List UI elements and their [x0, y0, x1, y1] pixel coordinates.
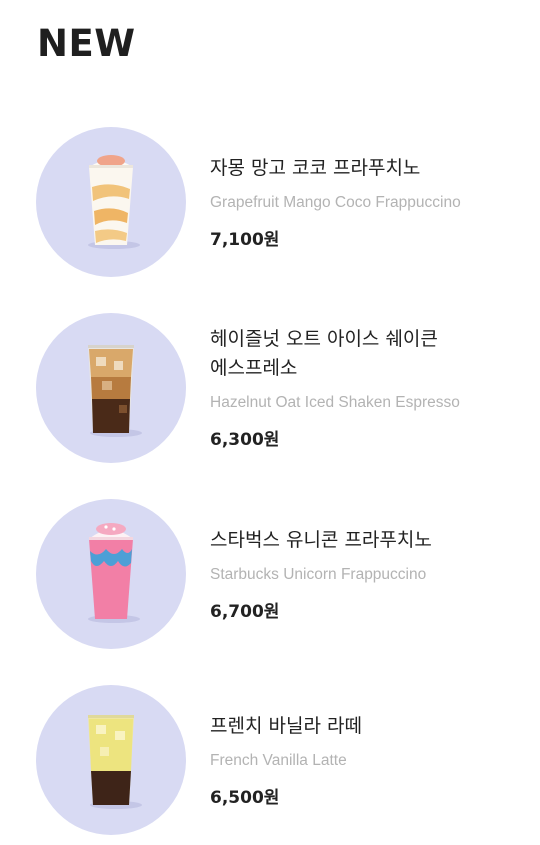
product-name-ko: 프렌치 바닐라 라떼 [210, 715, 362, 737]
product-price: 7,100원 [210, 230, 280, 250]
product-name-en: Grapefruit Mango Coco Frappuccino [210, 194, 461, 211]
vanilla-latte-image[interactable] [36, 685, 186, 835]
product-price: 6,700원 [210, 602, 280, 622]
menu-list: 자몽 망고 코코 프라푸치노 Grapefruit Mango Coco Fra… [0, 0, 540, 835]
product-name-en: French Vanilla Latte [210, 752, 347, 769]
product-name-ko: 헤이즐넛 오트 아이스 쉐이큰 에스프레소 [210, 328, 438, 379]
product-name-en: Starbucks Unicorn Frappuccino [210, 566, 427, 583]
product-name-ko: 스타벅스 유니콘 프라푸치노 [210, 529, 432, 551]
mango-frappuccino-image[interactable] [36, 127, 186, 277]
shaken-espresso-image[interactable] [36, 313, 186, 463]
menu-item-hazelnut-oat-iced-shaken-espresso[interactable]: 헤이즐넛 오트 아이스 쉐이큰 에스프레소 Hazelnut Oat Iced … [0, 313, 540, 473]
product-price: 6,300원 [210, 430, 280, 450]
product-name-en: Hazelnut Oat Iced Shaken Espresso [210, 394, 460, 411]
menu-item-french-vanilla-latte[interactable]: 프렌치 바닐라 라떼 French Vanilla Latte 6,500원 [0, 685, 540, 845]
unicorn-frappuccino-image[interactable] [36, 499, 186, 649]
menu-item-starbucks-unicorn-frappuccino[interactable]: 스타벅스 유니콘 프라푸치노 Starbucks Unicorn Frappuc… [0, 499, 540, 659]
menu-item-grapefruit-mango-coco-frappuccino[interactable]: 자몽 망고 코코 프라푸치노 Grapefruit Mango Coco Fra… [0, 127, 540, 287]
product-name-ko: 자몽 망고 코코 프라푸치노 [210, 157, 421, 179]
